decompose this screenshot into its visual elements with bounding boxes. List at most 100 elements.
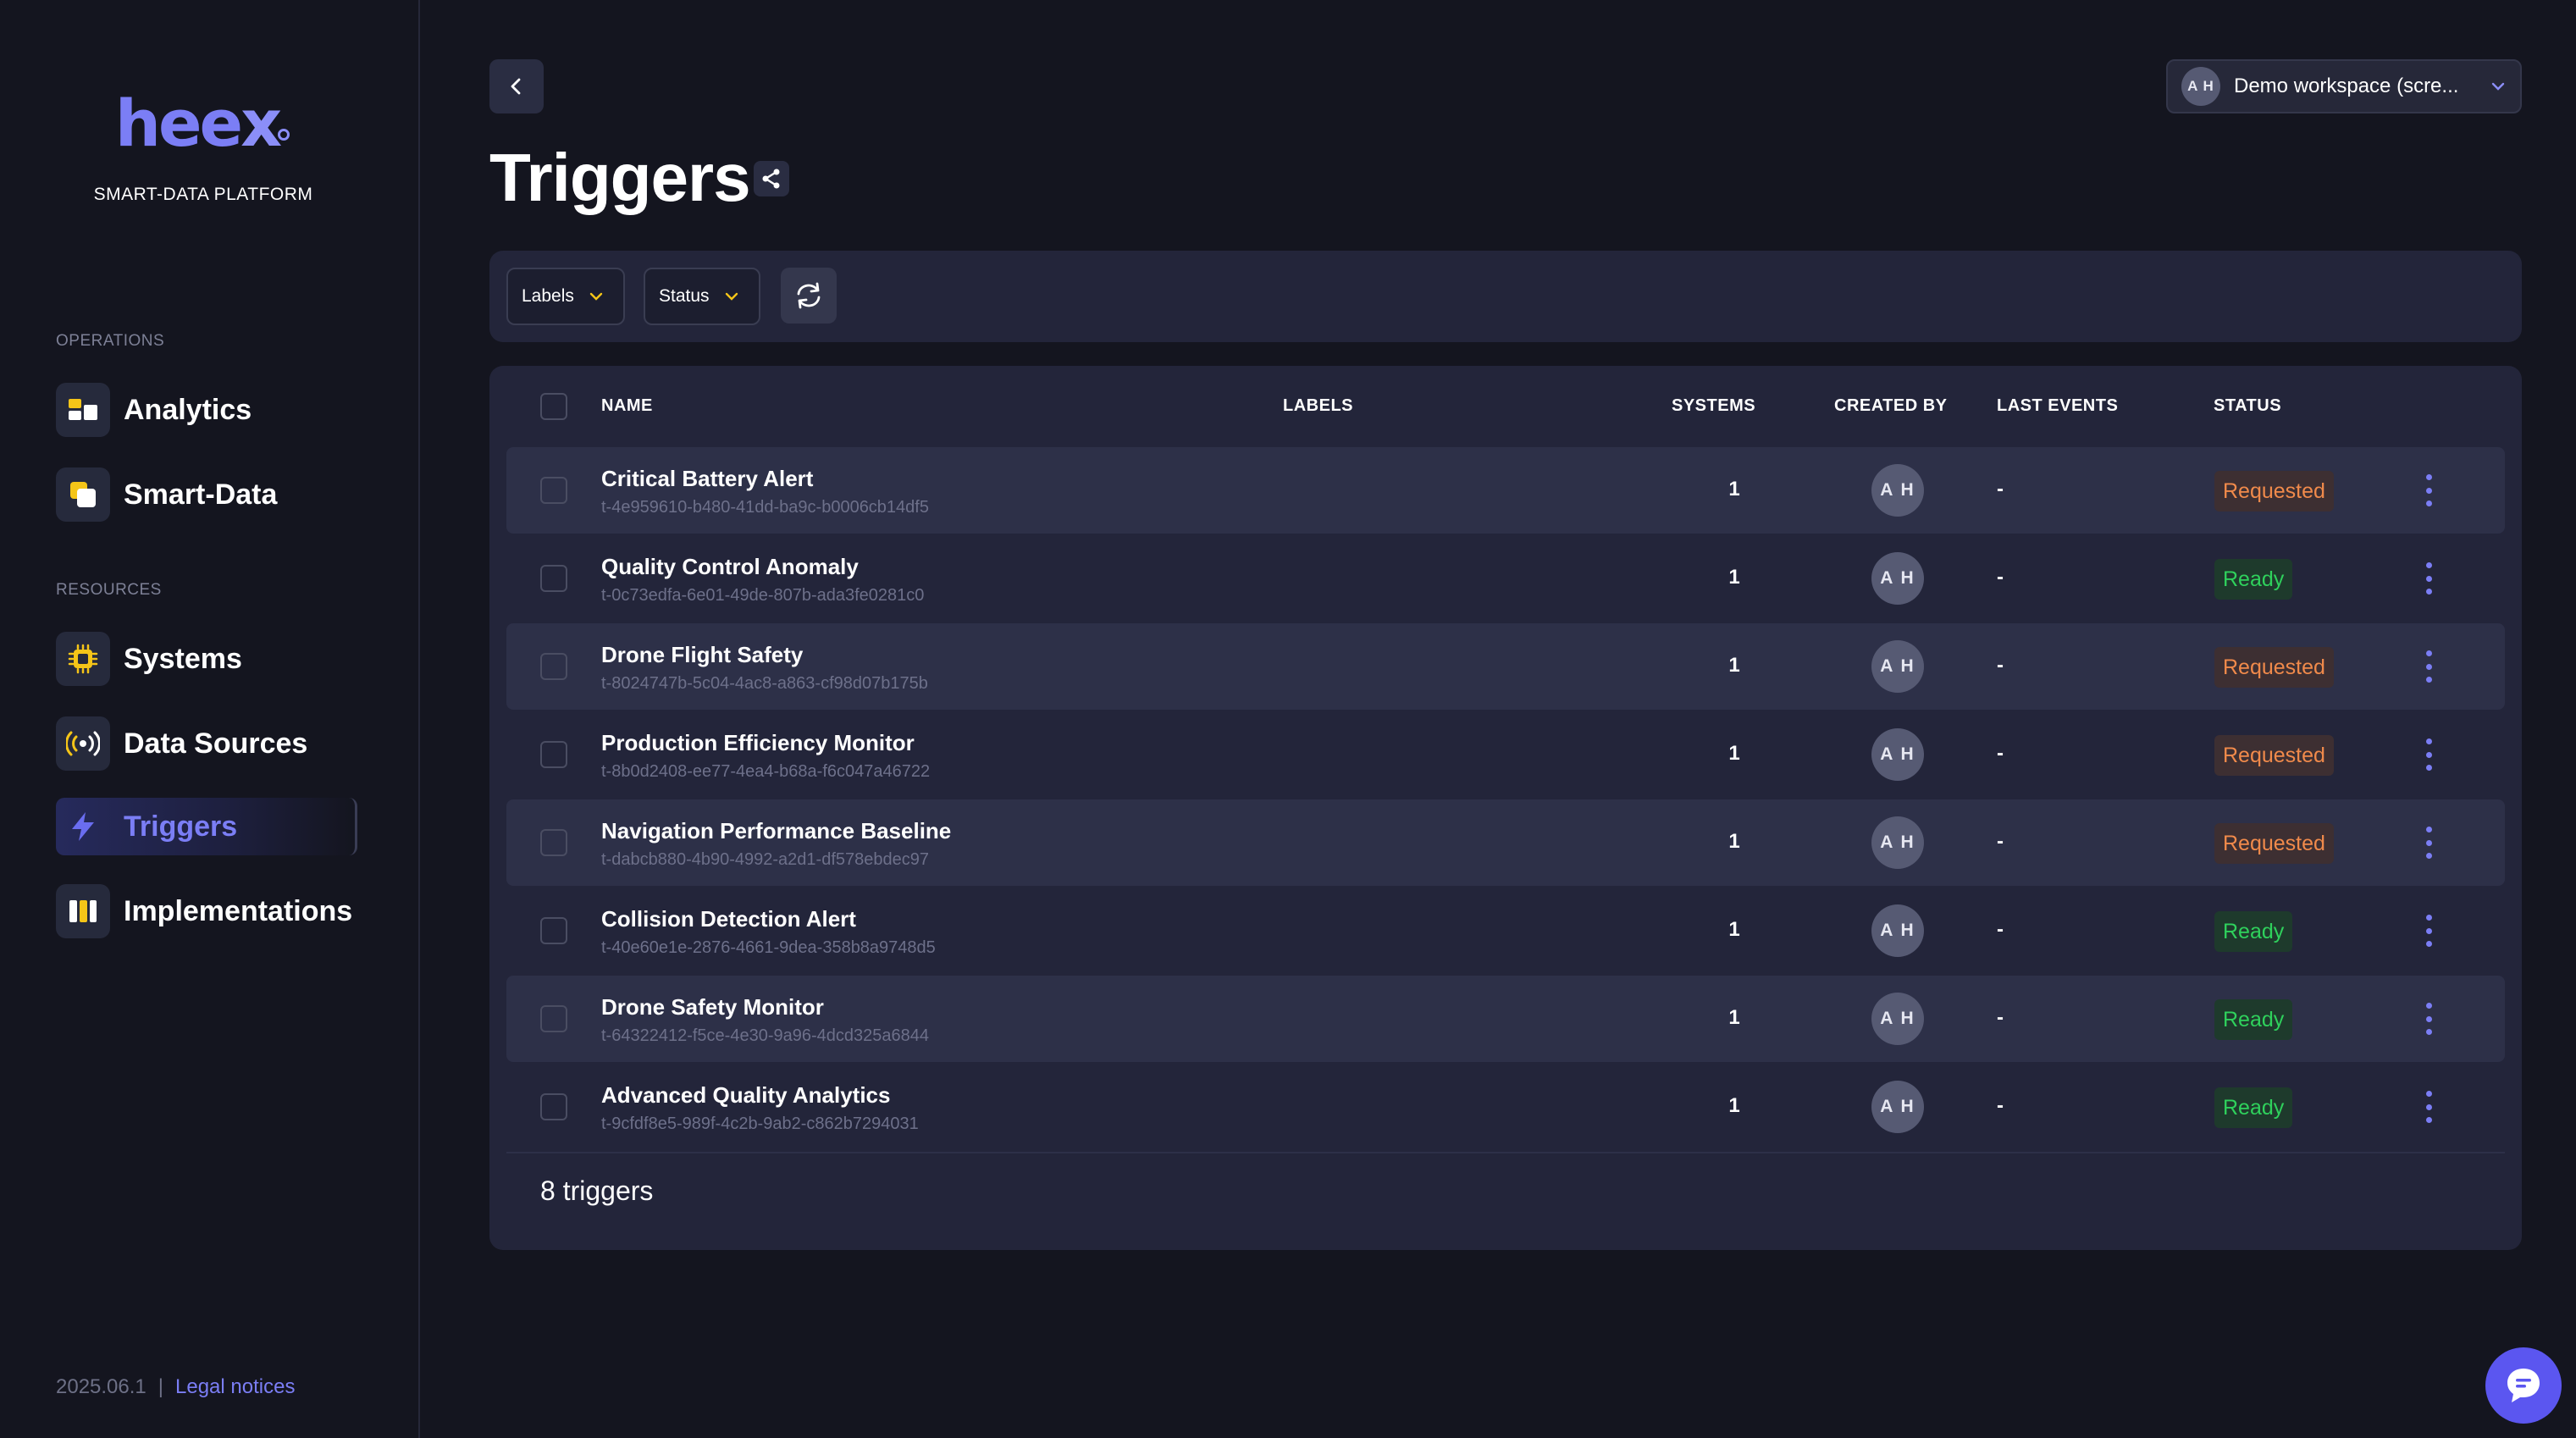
sidebar-item-triggers[interactable]: Triggers — [56, 798, 357, 855]
row-checkbox[interactable] — [540, 1093, 567, 1120]
sidebar-item-analytics[interactable]: Analytics — [56, 381, 357, 439]
sidebar-item-systems[interactable]: Systems — [56, 630, 357, 688]
smart-data-icon — [56, 467, 110, 522]
last-events: - — [1997, 1006, 2004, 1029]
last-events: - — [1997, 918, 2004, 941]
chevron-down-icon — [589, 292, 603, 301]
trigger-id: t-64322412-f5ce-4e30-9a96-4dcd325a6844 — [601, 1026, 929, 1045]
avatar: A H — [1871, 552, 1924, 605]
column-header-labels[interactable]: LABELS — [1283, 396, 1353, 416]
triggers-count: 8 triggers — [540, 1175, 654, 1206]
legal-notices-link[interactable]: Legal notices — [175, 1375, 295, 1398]
systems-count: 1 — [1728, 566, 1740, 589]
sidebar-item-implementations[interactable]: Implementations — [56, 882, 357, 940]
version-label: 2025.06.1 — [56, 1375, 146, 1398]
sidebar-item-smart-data[interactable]: Smart-Data — [56, 466, 357, 523]
columns-icon — [56, 884, 110, 938]
trigger-name[interactable]: Collision Detection Alert — [601, 906, 856, 932]
labels-filter-label: Labels — [522, 286, 574, 306]
systems-count: 1 — [1728, 830, 1740, 853]
table-row[interactable]: Collision Detection Alert t-40e60e1e-287… — [506, 888, 2505, 974]
table-row[interactable]: Quality Control Anomaly t-0c73edfa-6e01-… — [506, 535, 2505, 622]
chevron-left-icon — [511, 78, 521, 95]
table-row[interactable]: Navigation Performance Baseline t-dabcb8… — [506, 799, 2505, 886]
trigger-id: t-dabcb880-4b90-4992-a2d1-df578ebdec97 — [601, 850, 929, 869]
sidebar-item-label: Data Sources — [124, 727, 308, 760]
more-options-icon[interactable] — [2418, 561, 2439, 596]
more-options-icon[interactable] — [2418, 1001, 2439, 1037]
trigger-name[interactable]: Advanced Quality Analytics — [601, 1082, 890, 1109]
workspace-name: Demo workspace (scre... — [2234, 75, 2459, 97]
section-label-operations: OPERATIONS — [56, 332, 165, 350]
table-row[interactable]: Advanced Quality Analytics t-9cfdf8e5-98… — [506, 1064, 2505, 1150]
chevron-down-icon — [2491, 82, 2505, 91]
avatar: A H — [1871, 816, 1924, 869]
sidebar-item-label: Analytics — [124, 393, 252, 426]
trigger-name[interactable]: Drone Flight Safety — [601, 642, 803, 668]
last-events: - — [1997, 1094, 2004, 1117]
trigger-id: t-0c73edfa-6e01-49de-807b-ada3fe0281c0 — [601, 586, 925, 605]
select-all-checkbox[interactable] — [540, 393, 567, 420]
trigger-name[interactable]: Quality Control Anomaly — [601, 554, 859, 580]
analytics-icon — [56, 383, 110, 437]
table-row[interactable]: Drone Flight Safety t-8024747b-5c04-4ac8… — [506, 623, 2505, 710]
row-checkbox[interactable] — [540, 477, 567, 504]
more-options-icon[interactable] — [2418, 1089, 2439, 1125]
more-options-icon[interactable] — [2418, 825, 2439, 860]
more-options-icon[interactable] — [2418, 737, 2439, 772]
heex-logo[interactable]: heex — [0, 90, 406, 158]
more-options-icon[interactable] — [2418, 913, 2439, 949]
trigger-name[interactable]: Production Efficiency Monitor — [601, 730, 915, 756]
more-options-icon[interactable] — [2418, 649, 2439, 684]
avatar: A H — [1871, 728, 1924, 781]
share-button[interactable] — [754, 161, 789, 196]
chat-support-button[interactable] — [2485, 1347, 2562, 1424]
table-row[interactable]: Drone Safety Monitor t-64322412-f5ce-4e3… — [506, 976, 2505, 1062]
refresh-button[interactable] — [781, 268, 837, 324]
avatar: A H — [1871, 993, 1924, 1045]
column-header-last-events[interactable]: LAST EVENTS — [1997, 396, 2118, 416]
column-header-status[interactable]: STATUS — [2214, 396, 2281, 416]
row-checkbox[interactable] — [540, 829, 567, 856]
trigger-id: t-4e959610-b480-41dd-ba9c-b0006cb14df5 — [601, 498, 929, 517]
row-checkbox[interactable] — [540, 1005, 567, 1032]
column-header-systems[interactable]: SYSTEMS — [1672, 396, 1755, 416]
brand-tagline: SMART-DATA PLATFORM — [93, 185, 313, 204]
row-checkbox[interactable] — [540, 917, 567, 944]
footer-separator: | — [158, 1375, 164, 1398]
systems-count: 1 — [1728, 918, 1740, 941]
table-row[interactable]: Production Efficiency Monitor t-8b0d2408… — [506, 711, 2505, 798]
triggers-table: NAME LABELS SYSTEMS CREATED BY LAST EVEN… — [489, 366, 2522, 1250]
status-badge: Requested — [2214, 471, 2334, 512]
column-header-created-by[interactable]: CREATED BY — [1834, 396, 1948, 416]
row-checkbox[interactable] — [540, 741, 567, 768]
labels-filter-dropdown[interactable]: Labels — [506, 268, 625, 325]
back-button[interactable] — [489, 59, 544, 113]
status-filter-label: Status — [659, 286, 710, 306]
row-checkbox[interactable] — [540, 565, 567, 592]
lightning-icon — [56, 799, 110, 854]
column-header-name[interactable]: NAME — [601, 396, 653, 416]
last-events: - — [1997, 654, 2004, 677]
trigger-id: t-9cfdf8e5-989f-4c2b-9ab2-c862b7294031 — [601, 1114, 919, 1133]
chip-icon — [56, 632, 110, 686]
more-options-icon[interactable] — [2418, 473, 2439, 508]
sidebar-item-label: Triggers — [124, 810, 238, 843]
trigger-name[interactable]: Navigation Performance Baseline — [601, 818, 951, 844]
table-row[interactable]: Critical Battery Alert t-4e959610-b480-4… — [506, 447, 2505, 534]
status-badge: Ready — [2214, 911, 2293, 952]
chat-icon — [2507, 1369, 2540, 1402]
status-badge: Requested — [2214, 823, 2334, 864]
sidebar-item-data-sources[interactable]: Data Sources — [56, 715, 357, 772]
section-label-resources: RESOURCES — [56, 581, 162, 599]
avatar: A H — [1871, 1081, 1924, 1133]
status-filter-dropdown[interactable]: Status — [644, 268, 760, 325]
last-events: - — [1997, 566, 2004, 589]
trigger-name[interactable]: Drone Safety Monitor — [601, 994, 824, 1020]
avatar: A H — [1871, 640, 1924, 693]
status-badge: Requested — [2214, 735, 2334, 776]
trigger-name[interactable]: Critical Battery Alert — [601, 466, 813, 492]
workspace-selector[interactable]: A H Demo workspace (scre... — [2166, 59, 2522, 113]
sidebar-item-label: Implementations — [124, 894, 353, 927]
row-checkbox[interactable] — [540, 653, 567, 680]
